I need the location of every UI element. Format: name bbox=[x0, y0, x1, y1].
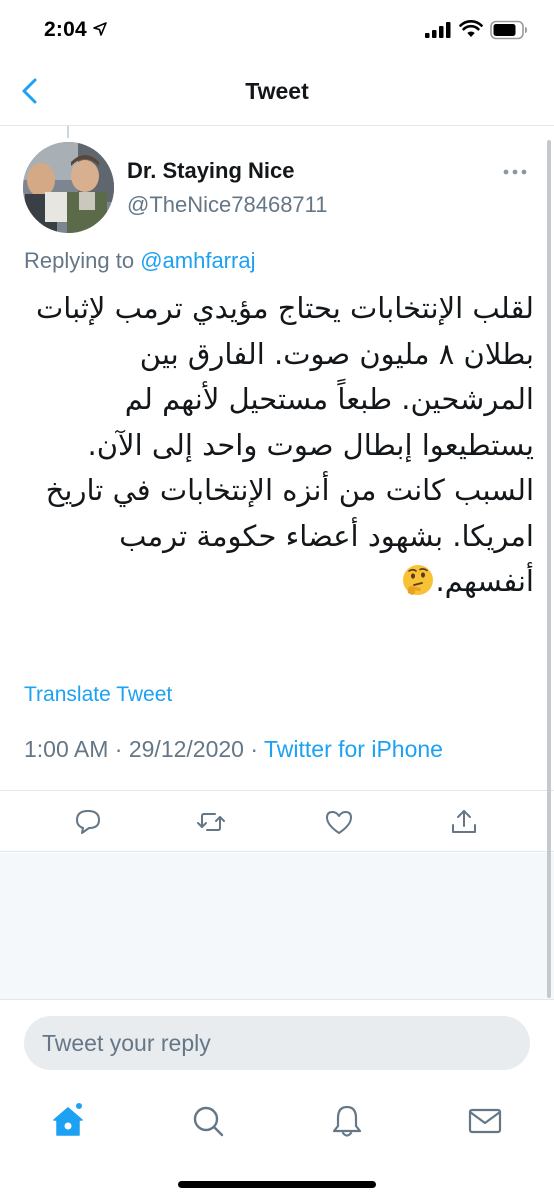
mail-icon[interactable] bbox=[465, 1101, 505, 1141]
tweet-text: لقلب الإنتخابات يحتاج مؤيدي ترمب لإثبات … bbox=[16, 286, 534, 605]
translate-tweet-link[interactable]: Translate Tweet bbox=[24, 683, 172, 707]
avatar-image bbox=[23, 142, 114, 233]
tweet-date: 29/12/2020 bbox=[128, 736, 244, 762]
retweet-icon[interactable] bbox=[196, 807, 226, 837]
more-dots-icon[interactable] bbox=[500, 162, 530, 182]
thinking-face-icon bbox=[403, 565, 434, 595]
home-notification-dot bbox=[74, 1101, 84, 1111]
page-title: Tweet bbox=[245, 78, 309, 104]
tweet-actions bbox=[0, 790, 554, 852]
scrollbar[interactable] bbox=[547, 140, 551, 998]
tweet-body: لقلب الإنتخابات يحتاج مؤيدي ترمب لإثبات … bbox=[35, 291, 534, 598]
tab-bar bbox=[0, 1079, 554, 1200]
avatar[interactable] bbox=[23, 142, 114, 233]
search-icon[interactable] bbox=[188, 1101, 228, 1141]
tweet-time: 1:00 AM bbox=[24, 736, 109, 762]
replying-to: Replying to @amhfarraj bbox=[24, 248, 255, 274]
wifi-icon bbox=[459, 20, 483, 37]
location-arrow-icon bbox=[93, 22, 107, 36]
tweet-source-link[interactable]: Twitter for iPhone bbox=[264, 736, 443, 762]
tweet-meta: 1:00 AM · 29/12/2020 · Twitter for iPhon… bbox=[24, 736, 443, 763]
battery-icon bbox=[490, 20, 527, 40]
status-time: 2:04 bbox=[44, 18, 87, 41]
meta-separator: · bbox=[243, 736, 264, 762]
author-name[interactable]: Dr. Staying Nice bbox=[127, 158, 295, 184]
replying-prefix: Replying to bbox=[24, 248, 135, 273]
nav-bar: Tweet bbox=[0, 60, 554, 126]
heart-icon[interactable] bbox=[324, 807, 354, 837]
share-icon[interactable] bbox=[449, 807, 479, 837]
bell-icon[interactable] bbox=[327, 1101, 367, 1141]
thread-connector bbox=[67, 126, 69, 138]
cellular-signal-icon bbox=[425, 22, 451, 38]
conversation-area bbox=[0, 853, 554, 999]
status-bar: 2:04 bbox=[0, 0, 554, 60]
reply-input[interactable] bbox=[24, 1016, 530, 1070]
reply-bar bbox=[0, 999, 554, 1079]
reply-mention-link[interactable]: @amhfarraj bbox=[140, 248, 255, 273]
comment-icon[interactable] bbox=[73, 807, 103, 837]
meta-separator: · bbox=[108, 736, 129, 762]
author-handle[interactable]: @TheNice78468711 bbox=[127, 192, 328, 218]
home-indicator bbox=[178, 1181, 376, 1188]
